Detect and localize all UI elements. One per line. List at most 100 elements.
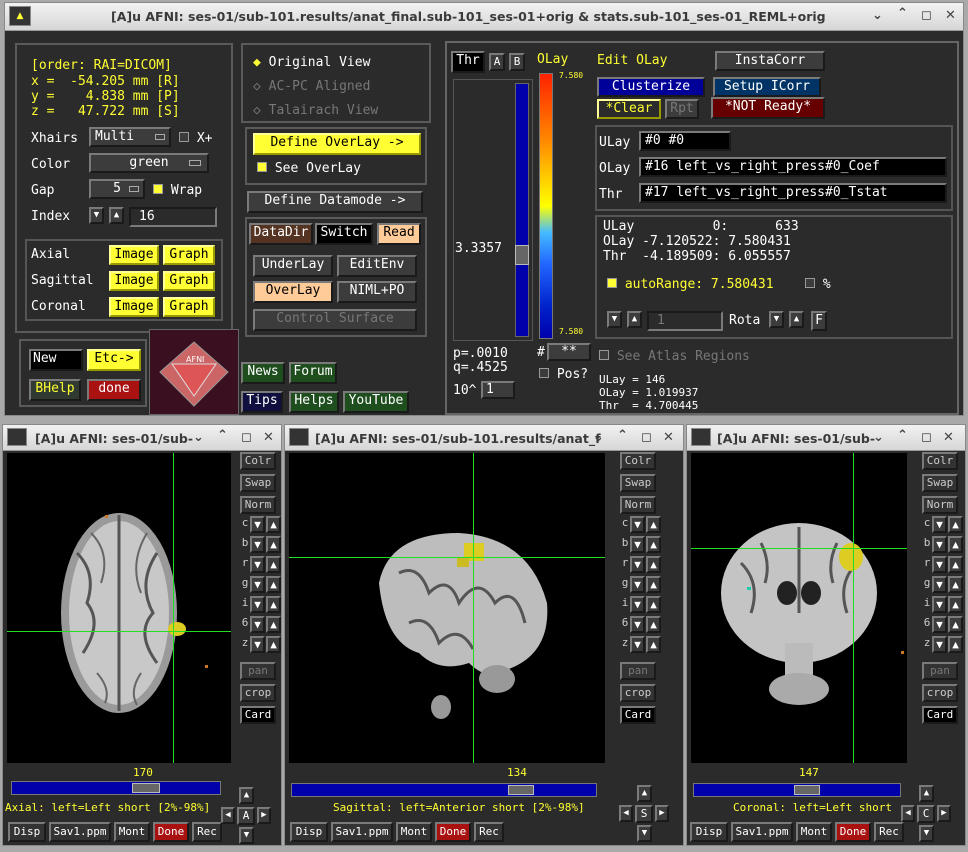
coronal-crop-button[interactable]: crop [922, 684, 958, 702]
sagittal-zoom-2-up-arrow-icon[interactable]: ▲ [646, 556, 661, 573]
coronal-image[interactable] [691, 453, 907, 763]
axial-up-arrow-icon[interactable]: ▲ [239, 787, 254, 804]
sagittal-right-arrow-icon[interactable]: ▶ [655, 805, 669, 822]
axial-zoom-1-down-arrow-icon[interactable]: ▼ [250, 536, 265, 553]
sagittal-zoom-2-label[interactable]: r [620, 556, 630, 574]
sagittal-zoom-6-up-arrow-icon[interactable]: ▲ [646, 636, 661, 653]
coronal-down-arrow-icon[interactable]: ▼ [919, 825, 934, 842]
axial-norm-button[interactable]: Norm [240, 496, 276, 514]
color-select[interactable]: green [89, 153, 209, 173]
axial-left-arrow-icon[interactable]: ◀ [221, 807, 235, 824]
axial-zoom-6-up-arrow-icon[interactable]: ▲ [266, 636, 281, 653]
forum-button[interactable]: Forum [289, 362, 337, 384]
sagittal-crop-button[interactable]: crop [620, 684, 656, 702]
xplus-toggle[interactable]: X+ [179, 131, 212, 146]
coronal-done-button[interactable]: Done [835, 822, 871, 842]
a-button[interactable]: A [489, 53, 505, 71]
sagittal-zoom-3-down-arrow-icon[interactable]: ▼ [630, 576, 645, 593]
sagittal-zoom-0-up-arrow-icon[interactable]: ▲ [646, 516, 661, 533]
axial-zoom-4-label[interactable]: i [240, 596, 250, 614]
sagittal-slice-slider[interactable] [291, 783, 597, 797]
coronal-zoom-5-label[interactable]: 6 [922, 616, 932, 634]
coronal-swap-button[interactable]: Swap [922, 474, 958, 492]
index-down-arrow-icon[interactable]: ▼ [89, 207, 104, 224]
read-button[interactable]: Read [377, 223, 421, 245]
sagittal-zoom-5-up-arrow-icon[interactable]: ▲ [646, 616, 661, 633]
coronal-restore-icon[interactable]: ⌃ [897, 429, 908, 443]
acpc-radio[interactable]: ◇ AC-PC Aligned [253, 79, 370, 94]
sagittal-zoom-4-label[interactable]: i [620, 596, 630, 614]
restore-icon[interactable]: ⌃ [897, 7, 908, 21]
sagittal-close-icon[interactable]: ✕ [663, 431, 674, 445]
sagittal-zoom-2-down-arrow-icon[interactable]: ▼ [630, 556, 645, 573]
editenv-button[interactable]: EditEnv [337, 255, 417, 277]
sagittal-sav-button[interactable]: Sav1.ppm [331, 822, 393, 842]
coronal-zoom-6-up-arrow-icon[interactable]: ▲ [948, 636, 963, 653]
coronal-zoom-0-down-arrow-icon[interactable]: ▼ [932, 516, 947, 533]
axial-swap-button[interactable]: Swap [240, 474, 276, 492]
sagittal-zoom-1-up-arrow-icon[interactable]: ▲ [646, 536, 661, 553]
see-overlay-toggle[interactable]: See OverLay [257, 161, 361, 176]
rota-up-arrow-icon[interactable]: ▲ [627, 311, 642, 328]
coronal-zoom-2-up-arrow-icon[interactable]: ▲ [948, 556, 963, 573]
see-atlas-toggle[interactable]: See Atlas Regions [599, 349, 750, 364]
coronal-colr-button[interactable]: Colr [922, 452, 958, 470]
sagittal-image-button[interactable]: Image [109, 271, 159, 291]
tips-button[interactable]: Tips [241, 391, 283, 413]
sagittal-zoom-1-label[interactable]: b [620, 536, 630, 554]
sagittal-image[interactable] [289, 453, 605, 763]
ulay-select[interactable]: #0 #0 [639, 131, 731, 151]
coronal-rec-button[interactable]: Rec [874, 822, 904, 842]
coronal-zoom-1-up-arrow-icon[interactable]: ▲ [948, 536, 963, 553]
axial-zoom-1-label[interactable]: b [240, 536, 250, 554]
coronal-slice-slider[interactable] [693, 783, 901, 797]
rota-down-arrow-icon[interactable]: ▼ [607, 311, 622, 328]
sagittal-zoom-0-down-arrow-icon[interactable]: ▼ [630, 516, 645, 533]
sagittal-zoom-5-down-arrow-icon[interactable]: ▼ [630, 616, 645, 633]
sagittal-rec-button[interactable]: Rec [474, 822, 504, 842]
axial-right-arrow-icon[interactable]: ▶ [257, 807, 271, 824]
axial-zoom-3-up-arrow-icon[interactable]: ▲ [266, 576, 281, 593]
sagittal-zoom-6-down-arrow-icon[interactable]: ▼ [630, 636, 645, 653]
index-up-arrow-icon[interactable]: ▲ [109, 207, 124, 224]
sagittal-slider-handle[interactable] [508, 785, 534, 795]
axial-down-arrow-icon[interactable]: ▼ [239, 827, 254, 844]
sagittal-pan-button[interactable]: pan [620, 662, 656, 680]
axial-zoom-5-up-arrow-icon[interactable]: ▲ [266, 616, 281, 633]
olay-select[interactable]: #16 left_vs_right_press#0_Coef [639, 157, 947, 177]
axial-zoom-2-label[interactable]: r [240, 556, 250, 574]
close-icon[interactable]: ✕ [945, 9, 956, 23]
axial-zoom-4-down-arrow-icon[interactable]: ▼ [250, 596, 265, 613]
coronal-zoom-0-label[interactable]: c [922, 516, 932, 534]
sagittal-zoom-4-up-arrow-icon[interactable]: ▲ [646, 596, 661, 613]
axial-image-button[interactable]: Image [109, 245, 159, 265]
coronal-right-arrow-icon[interactable]: ▶ [937, 805, 951, 822]
coronal-norm-button[interactable]: Norm [922, 496, 958, 514]
sagittal-letter-button[interactable]: S [635, 805, 653, 823]
axial-zoom-6-label[interactable]: z [240, 636, 250, 654]
sagittal-minimize-icon[interactable]: ⌄ [593, 431, 604, 445]
news-button[interactable]: News [241, 362, 285, 384]
b-button[interactable]: B [509, 53, 525, 71]
sagittal-card-button[interactable]: Card [620, 706, 656, 724]
coronal-maximize-icon[interactable]: ◻ [921, 431, 932, 445]
overlay-button[interactable]: OverLay [253, 281, 333, 303]
hash-select[interactable]: ** [547, 343, 591, 361]
f-button[interactable]: F [811, 311, 827, 331]
y-coord[interactable]: y = 4.838 mm [P] [31, 89, 180, 104]
clusterize-button[interactable]: Clusterize [597, 77, 705, 97]
sagittal-zoom-6-label[interactable]: z [620, 636, 630, 654]
axial-zoom-5-down-arrow-icon[interactable]: ▼ [250, 616, 265, 633]
coronal-zoom-5-down-arrow-icon[interactable]: ▼ [932, 616, 947, 633]
axial-crop-button[interactable]: crop [240, 684, 276, 702]
axial-card-button[interactable]: Card [240, 706, 276, 724]
etc-button[interactable]: Etc-> [87, 349, 141, 371]
sagittal-colr-button[interactable]: Colr [620, 452, 656, 470]
bhelp-button[interactable]: BHelp [29, 379, 81, 401]
color-scale-bar[interactable] [539, 73, 553, 339]
sagittal-graph-button[interactable]: Graph [163, 271, 215, 291]
coronal-card-button[interactable]: Card [922, 706, 958, 724]
xhairs-select[interactable]: Multi [89, 127, 171, 147]
axial-maximize-icon[interactable]: ◻ [241, 431, 252, 445]
coronal-zoom-4-label[interactable]: i [922, 596, 932, 614]
